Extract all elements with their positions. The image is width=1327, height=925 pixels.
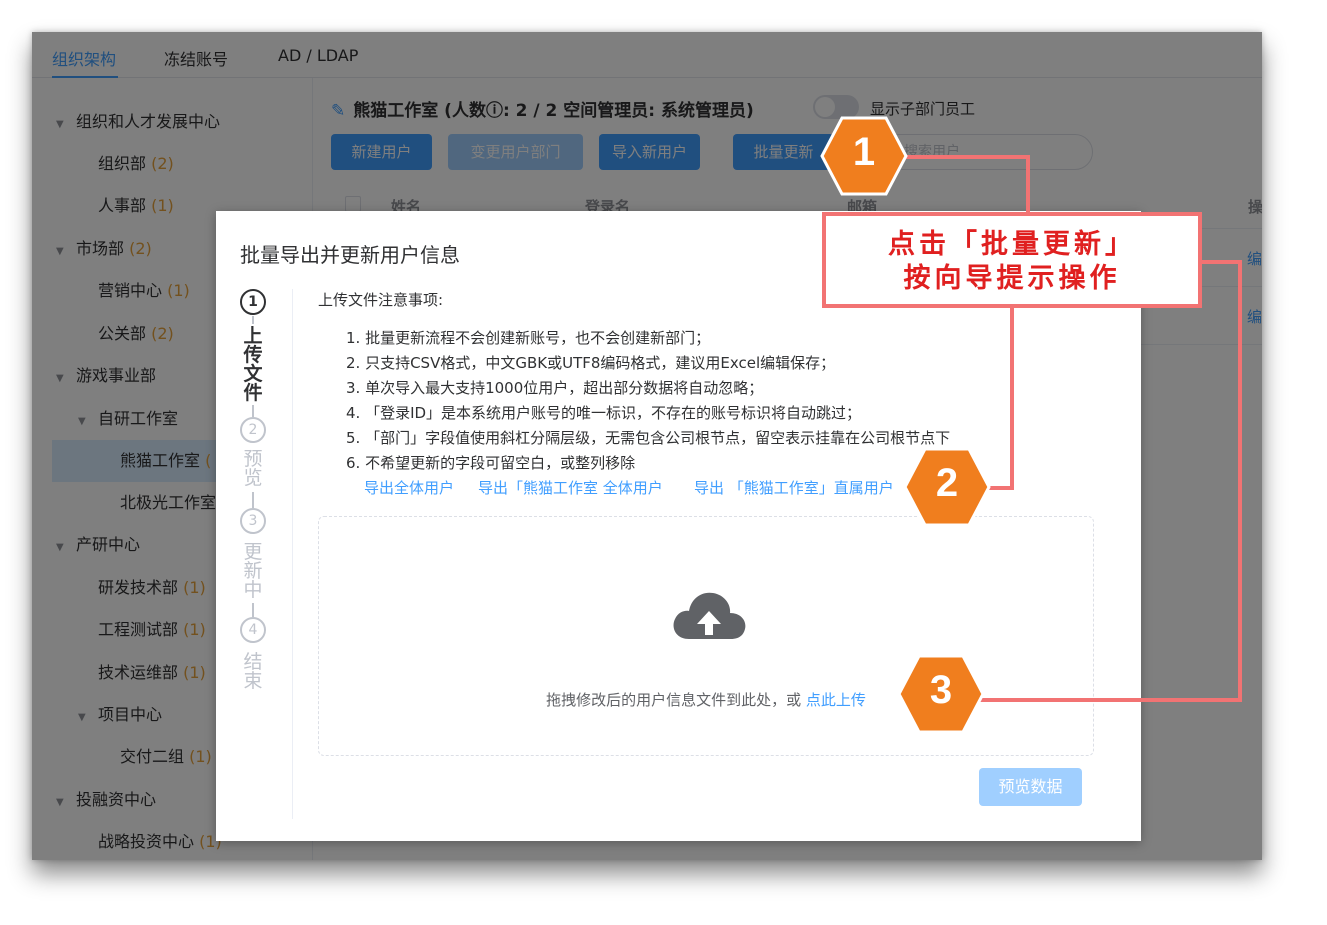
steps-divider <box>292 289 293 819</box>
note-item: 4. 「登录ID」是本系统用户账号的唯一标识，不存在的账号标识将自动跳过； <box>346 404 862 422</box>
instruction-callout: 点击「批量更新」 按向导提示操作 <box>822 212 1202 308</box>
notes-title: 上传文件注意事项: <box>318 291 444 309</box>
step-badge-2: 2 <box>903 443 991 531</box>
step-2-label: 预览 <box>243 448 263 489</box>
step-1-label: 上传文件 <box>243 325 263 404</box>
step-2-circle: 2 <box>240 417 266 443</box>
preview-data-button[interactable]: 预览数据 <box>979 768 1082 806</box>
screenshot-stage: 组织架构 冻结账号 AD / LDAP ▼组织和人才发展中心 组织部 (2) 人… <box>0 0 1327 925</box>
step-badge-3: 3 <box>897 650 985 738</box>
export-dept-direct-users-link[interactable]: 导出 「熊猫工作室」直属用户 <box>694 477 894 498</box>
note-item: 1. 批量更新流程不会创建新账号，也不会创建新部门； <box>346 329 711 347</box>
callout-line-2: 按向导提示操作 <box>903 263 1121 294</box>
export-dept-all-users-link[interactable]: 导出「熊猫工作室 全体用户 <box>478 477 663 498</box>
note-item: 5. 「部门」字段值使用斜杠分隔层级，无需包含公司根节点，留空表示挂靠在公司根节… <box>346 429 951 447</box>
step-4-circle: 4 <box>240 617 266 643</box>
note-item: 3. 单次导入最大支持1000位用户，超出部分数据将自动忽略； <box>346 379 764 397</box>
step-3-circle: 3 <box>240 508 266 534</box>
step-connector <box>252 316 254 324</box>
step-4-label: 结束 <box>243 651 263 692</box>
cloud-upload-icon <box>673 592 746 639</box>
step-1-circle: 1 <box>240 289 266 315</box>
note-item: 2. 只支持CSV格式，中文GBK或UTF8编码格式，建议用Excel编辑保存； <box>346 354 836 372</box>
export-all-users-link[interactable]: 导出全体用户 <box>364 477 454 498</box>
step-connector <box>252 405 254 417</box>
step-connector <box>252 492 254 508</box>
step-connector <box>252 603 254 617</box>
wizard-steps: 1 上传文件 2 预览 3 更新中 4 结束 <box>240 289 272 809</box>
step-3-label: 更新中 <box>243 541 263 601</box>
upload-link[interactable]: 点此上传 <box>806 691 866 709</box>
callout-line-1: 点击「批量更新」 <box>888 229 1136 260</box>
note-item: 6. 不希望更新的字段可留空白，或整列移除 <box>346 454 636 472</box>
dialog-title: 批量导出并更新用户信息 <box>240 243 460 267</box>
step-badge-1: 1 <box>820 112 908 200</box>
